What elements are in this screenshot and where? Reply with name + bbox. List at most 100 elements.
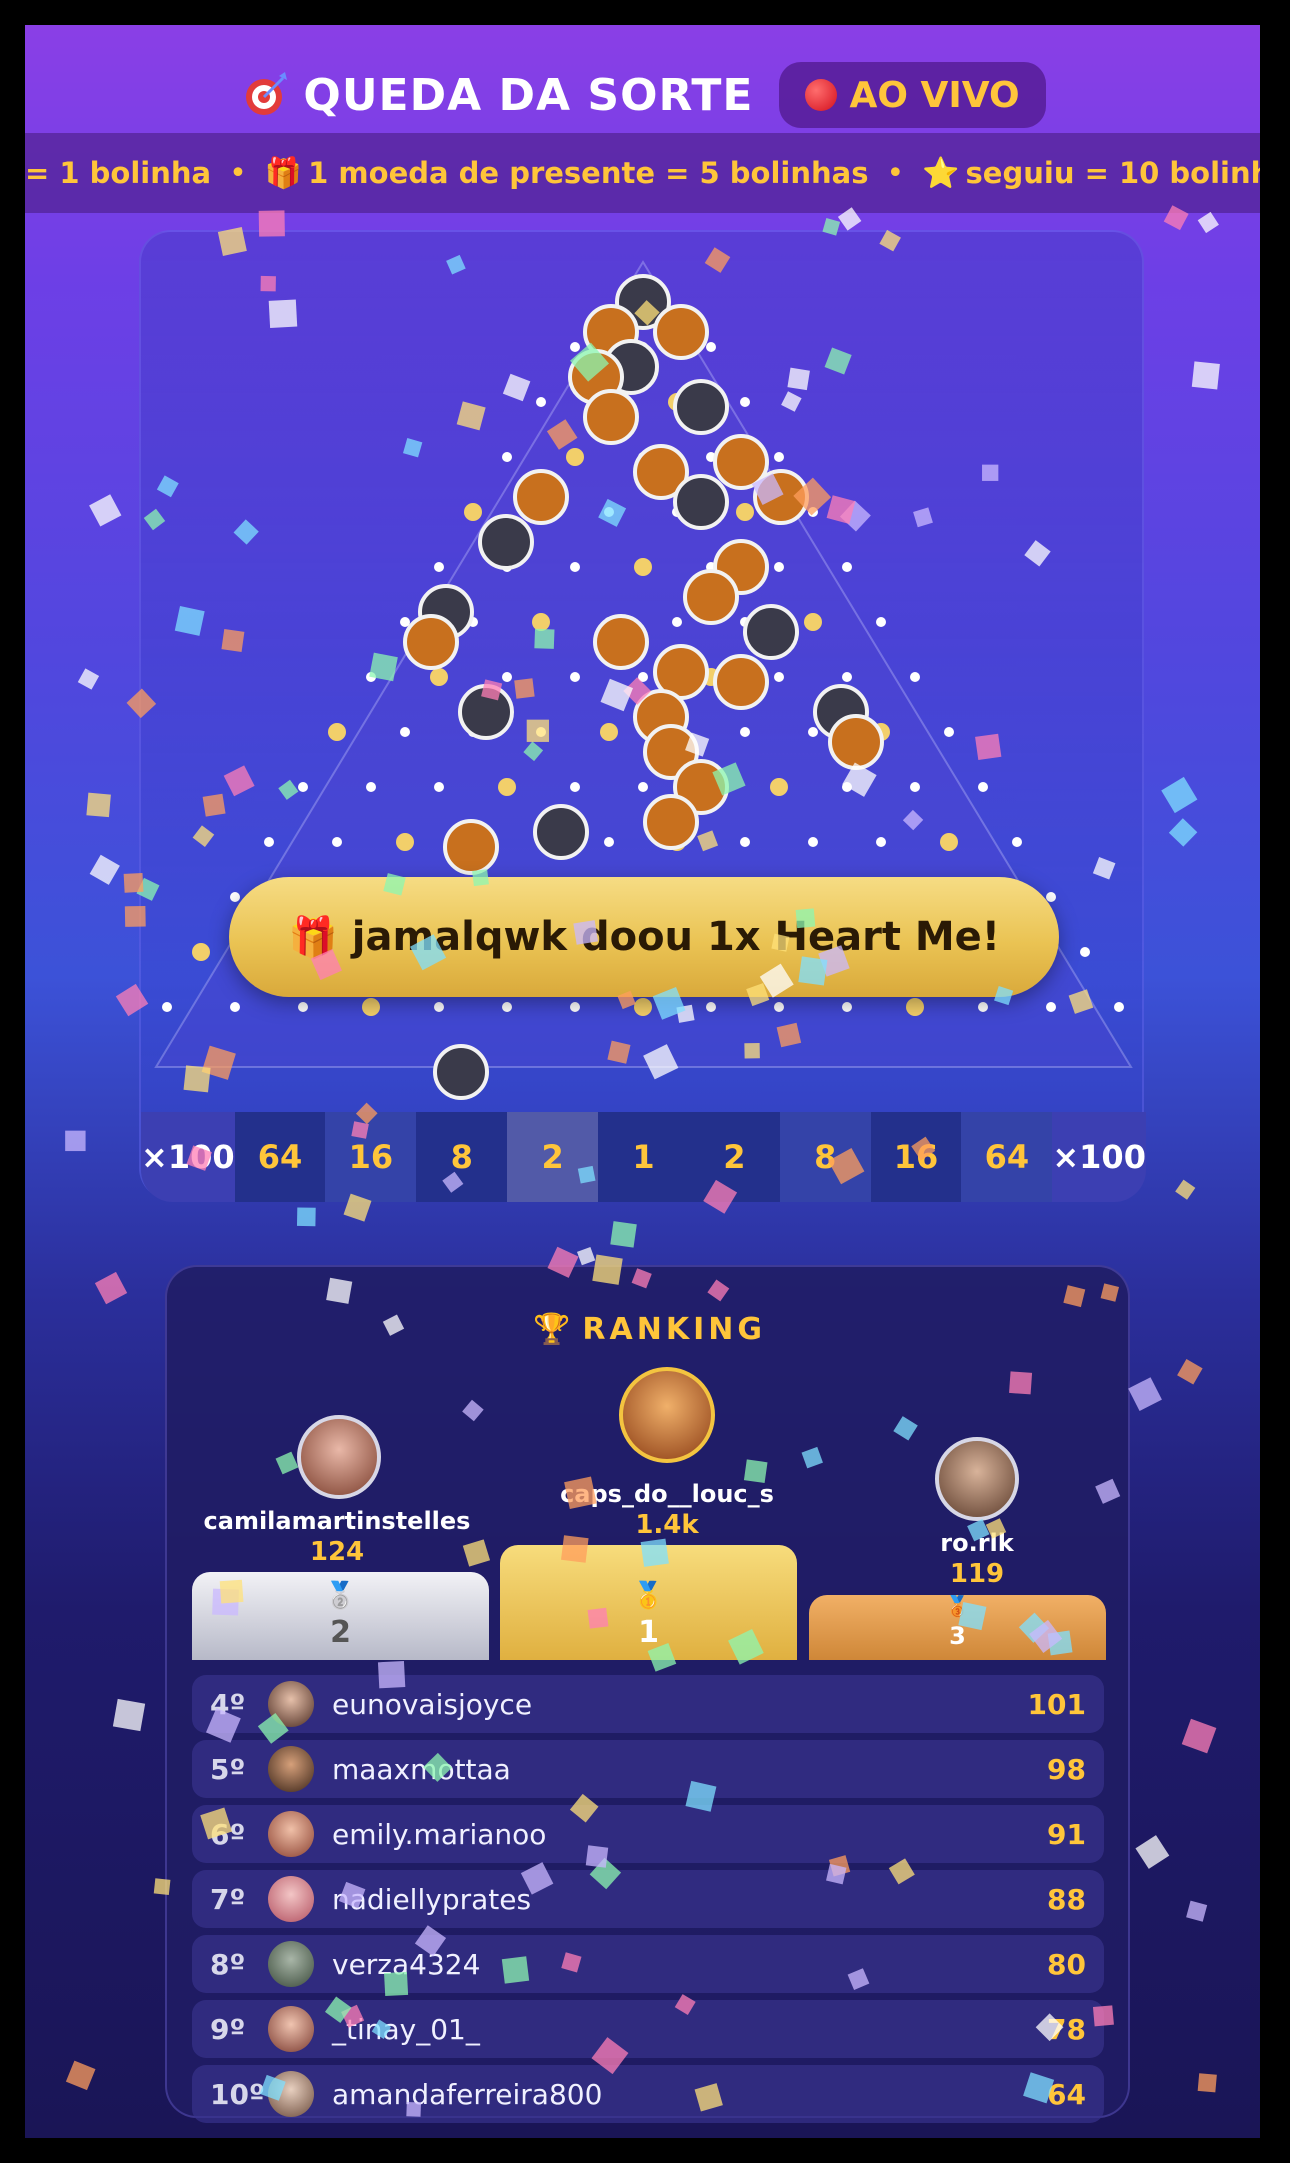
peg <box>672 617 682 627</box>
live-label: AO VIVO <box>849 74 1020 116</box>
multiplier-slots: ×100 64 16 8 2 1 2 8 16 64 ×100 <box>141 1112 1146 1202</box>
rank-number: 8º <box>210 1947 246 1981</box>
confetti-piece <box>1128 1377 1162 1411</box>
username: emily.marianoo <box>332 1817 547 1851</box>
ball-avatar <box>593 614 649 670</box>
peg <box>770 778 788 796</box>
peg <box>604 507 614 517</box>
ball-avatar <box>458 684 514 740</box>
avatar <box>268 1876 314 1922</box>
peg <box>570 782 580 792</box>
peg <box>1046 892 1056 902</box>
silver-medal-icon: 🥈 <box>324 1581 357 1611</box>
peg <box>264 837 274 847</box>
peg <box>298 1002 308 1012</box>
peg <box>906 998 924 1016</box>
peg <box>1080 947 1090 957</box>
multiplier-slot: 1 <box>598 1112 689 1202</box>
confetti-piece <box>1135 1835 1170 1869</box>
ranking-row[interactable]: 5º maaxmottaa 98 <box>192 1740 1104 1798</box>
avatar-second[interactable] <box>297 1415 381 1499</box>
ranking-title-text: RANKING <box>582 1312 766 1347</box>
ticker-separator: • <box>886 155 905 191</box>
peg <box>842 782 852 792</box>
multiplier-slot: 16 <box>325 1112 417 1202</box>
ranking-row[interactable]: 6º emily.marianoo 91 <box>192 1805 1104 1863</box>
confetti-piece <box>65 1130 86 1152</box>
ranking-list: 4º eunovaisjoyce 101 5º maaxmottaa 98 6º… <box>192 1675 1104 2130</box>
peg <box>808 727 818 737</box>
ranking-row[interactable]: 7º nadiellyprates 88 <box>192 1870 1104 1928</box>
peg <box>774 452 784 462</box>
peg <box>940 833 958 851</box>
peg <box>366 672 376 682</box>
ball-avatar <box>643 794 699 850</box>
username: verza4324 <box>332 1947 481 1981</box>
peg <box>430 668 448 686</box>
confetti-piece <box>112 1698 146 1732</box>
peg <box>366 782 376 792</box>
peg <box>298 782 308 792</box>
peg <box>978 1002 988 1012</box>
rule-like: = 1 bolinha <box>25 156 212 190</box>
peg <box>774 1002 784 1012</box>
peg <box>570 1002 580 1012</box>
podium-second-place: 2 <box>330 1615 351 1650</box>
avatar <box>268 2006 314 2052</box>
avatar-third[interactable] <box>935 1437 1019 1521</box>
peg <box>396 833 414 851</box>
peg <box>434 782 444 792</box>
score: 78 <box>1047 2012 1086 2046</box>
peg <box>978 782 988 792</box>
multiplier-slot: 64 <box>234 1112 326 1202</box>
podium-third-place: 3 <box>949 1622 966 1650</box>
avatar <box>268 1746 314 1792</box>
multiplier-slot: 2 <box>507 1112 599 1202</box>
peg <box>502 1002 512 1012</box>
username: nadiellyprates <box>332 1882 532 1916</box>
score: 91 <box>1047 1817 1086 1851</box>
avatar-first[interactable] <box>619 1367 715 1463</box>
ranking-row[interactable]: 8º verza4324 80 <box>192 1935 1104 1993</box>
peg <box>740 837 750 847</box>
peg <box>536 397 546 407</box>
peg <box>566 448 584 466</box>
plinko-board: 🎁 jamalqwk doou 1x Heart Me! ×100 64 16 … <box>139 230 1146 1202</box>
ball-avatar <box>673 379 729 435</box>
multiplier-slot: 16 <box>870 1112 962 1202</box>
confetti-piece <box>296 1207 316 1227</box>
ranking-row[interactable]: 10º amandaferreira800 64 <box>192 2065 1104 2123</box>
podium-first-score: 1.4k <box>635 1510 699 1540</box>
multiplier-slot: 8 <box>416 1112 508 1202</box>
confetti-piece <box>576 1247 596 1266</box>
peg <box>804 613 822 631</box>
confetti-piece <box>65 2060 96 2091</box>
avatar <box>268 1681 314 1727</box>
ball-avatar <box>753 469 809 525</box>
page-title: QUEDA DA SORTE <box>303 69 754 121</box>
ranking-row[interactable]: 4º eunovaisjoyce 101 <box>192 1675 1104 1733</box>
peg <box>910 672 920 682</box>
confetti-piece <box>89 494 122 527</box>
peg <box>842 672 852 682</box>
podium-second-score: 124 <box>309 1537 365 1567</box>
game-screen: QUEDA DA SORTE AO VIVO = 1 bolinha • 🎁 1… <box>25 25 1260 2138</box>
peg <box>1046 1002 1056 1012</box>
peg <box>740 727 750 737</box>
header: QUEDA DA SORTE AO VIVO <box>25 55 1260 135</box>
avatar <box>268 1941 314 1987</box>
peg <box>192 943 210 961</box>
peg <box>570 562 580 572</box>
peg <box>808 507 818 517</box>
peg <box>876 617 886 627</box>
multiplier-slot: 2 <box>688 1112 780 1202</box>
ranking-title: 🏆 RANKING <box>167 1312 1132 1347</box>
peg <box>332 837 342 847</box>
podium-third-block: 🥉 3 <box>809 1594 1106 1660</box>
pyramid-field <box>154 260 1133 1100</box>
rule-gift: 1 moeda de presente = 5 bolinhas <box>308 156 869 190</box>
gift-message: jamalqwk doou 1x Heart Me! <box>351 914 1001 960</box>
title-group: QUEDA DA SORTE <box>239 70 753 121</box>
username: _tinay_01_ <box>332 2012 480 2046</box>
ranking-row[interactable]: 9º _tinay_01_ 78 <box>192 2000 1104 2058</box>
